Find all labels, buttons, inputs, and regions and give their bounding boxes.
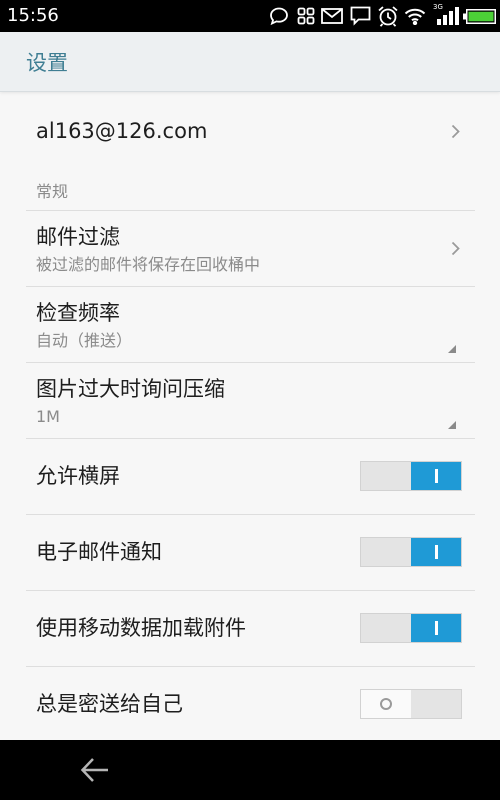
- setting-row-email-notification[interactable]: 电子邮件通知: [0, 514, 500, 590]
- mobile-data-attachments-toggle[interactable]: [360, 613, 462, 643]
- toggle-on-bar-icon: [434, 469, 438, 483]
- wifi-icon: [404, 7, 426, 26]
- setting-value: 1M: [36, 407, 60, 426]
- setting-title: 总是密送给自己: [36, 692, 183, 716]
- dropdown-corner-icon: [448, 345, 456, 353]
- chat-bubble-icon: [269, 6, 289, 26]
- signal-bar: [455, 7, 459, 25]
- always-bcc-self-toggle[interactable]: [360, 689, 462, 719]
- signal-bar: [437, 19, 441, 25]
- page-title: 设置: [26, 50, 68, 75]
- toggle-on-half: [411, 538, 461, 566]
- alarm-icon: [377, 5, 399, 27]
- nav-bar: [0, 740, 500, 800]
- mail-icon: [321, 8, 343, 24]
- signal-bar: [449, 11, 453, 25]
- toggle-on-half: [411, 690, 461, 718]
- toggle-off-circle-icon: [380, 698, 392, 710]
- setting-title: 检查频率: [36, 301, 120, 325]
- account-email: al163@126.com: [36, 119, 208, 143]
- setting-row-image-compress[interactable]: 图片过大时询问压缩 1M: [0, 362, 500, 438]
- section-header-general: 常规: [36, 182, 69, 201]
- chevron-right-icon: [451, 124, 460, 139]
- grid-icon: [297, 7, 315, 25]
- battery-icon: [463, 9, 496, 24]
- toggle-on-bar-icon: [434, 621, 438, 635]
- toggle-off-half: [361, 538, 411, 566]
- status-time: 15:56: [7, 5, 59, 26]
- account-row[interactable]: al163@126.com: [0, 92, 500, 170]
- dropdown-corner-icon: [448, 421, 456, 429]
- setting-row-allow-landscape[interactable]: 允许横屏: [0, 438, 500, 514]
- setting-title: 图片过大时询问压缩: [36, 377, 225, 401]
- toggle-off-half: [361, 614, 411, 642]
- email-notification-toggle[interactable]: [360, 537, 462, 567]
- battery-level-fill: [468, 11, 494, 22]
- message-icon: [350, 6, 371, 26]
- toggle-off-half: [361, 690, 411, 718]
- status-bar: 15:56 3G: [0, 0, 500, 32]
- back-arrow-icon[interactable]: [80, 756, 110, 784]
- signal-icon: [437, 7, 459, 25]
- setting-title: 允许横屏: [36, 464, 120, 488]
- setting-row-mail-filter[interactable]: 邮件过滤 被过滤的邮件将保存在回收桶中: [0, 210, 500, 286]
- chevron-right-icon: [451, 241, 460, 256]
- toggle-off-half: [361, 462, 411, 490]
- allow-landscape-toggle[interactable]: [360, 461, 462, 491]
- toggle-on-half: [411, 462, 461, 490]
- setting-title: 邮件过滤: [36, 225, 120, 249]
- setting-row-always-bcc-self[interactable]: 总是密送给自己: [0, 666, 500, 740]
- toggle-on-half: [411, 614, 461, 642]
- setting-title: 使用移动数据加载附件: [36, 616, 246, 640]
- setting-value: 自动（推送）: [36, 331, 133, 350]
- app-bar: 设置: [0, 32, 500, 92]
- setting-row-check-frequency[interactable]: 检查频率 自动（推送）: [0, 286, 500, 362]
- toggle-on-bar-icon: [434, 545, 438, 559]
- settings-list: al163@126.com 常规 邮件过滤 被过滤的邮件将保存在回收桶中 检查频…: [0, 92, 500, 740]
- setting-summary: 被过滤的邮件将保存在回收桶中: [36, 255, 261, 274]
- setting-title: 电子邮件通知: [36, 540, 162, 564]
- signal-bar: [443, 15, 447, 25]
- setting-row-mobile-data-attachments[interactable]: 使用移动数据加载附件: [0, 590, 500, 666]
